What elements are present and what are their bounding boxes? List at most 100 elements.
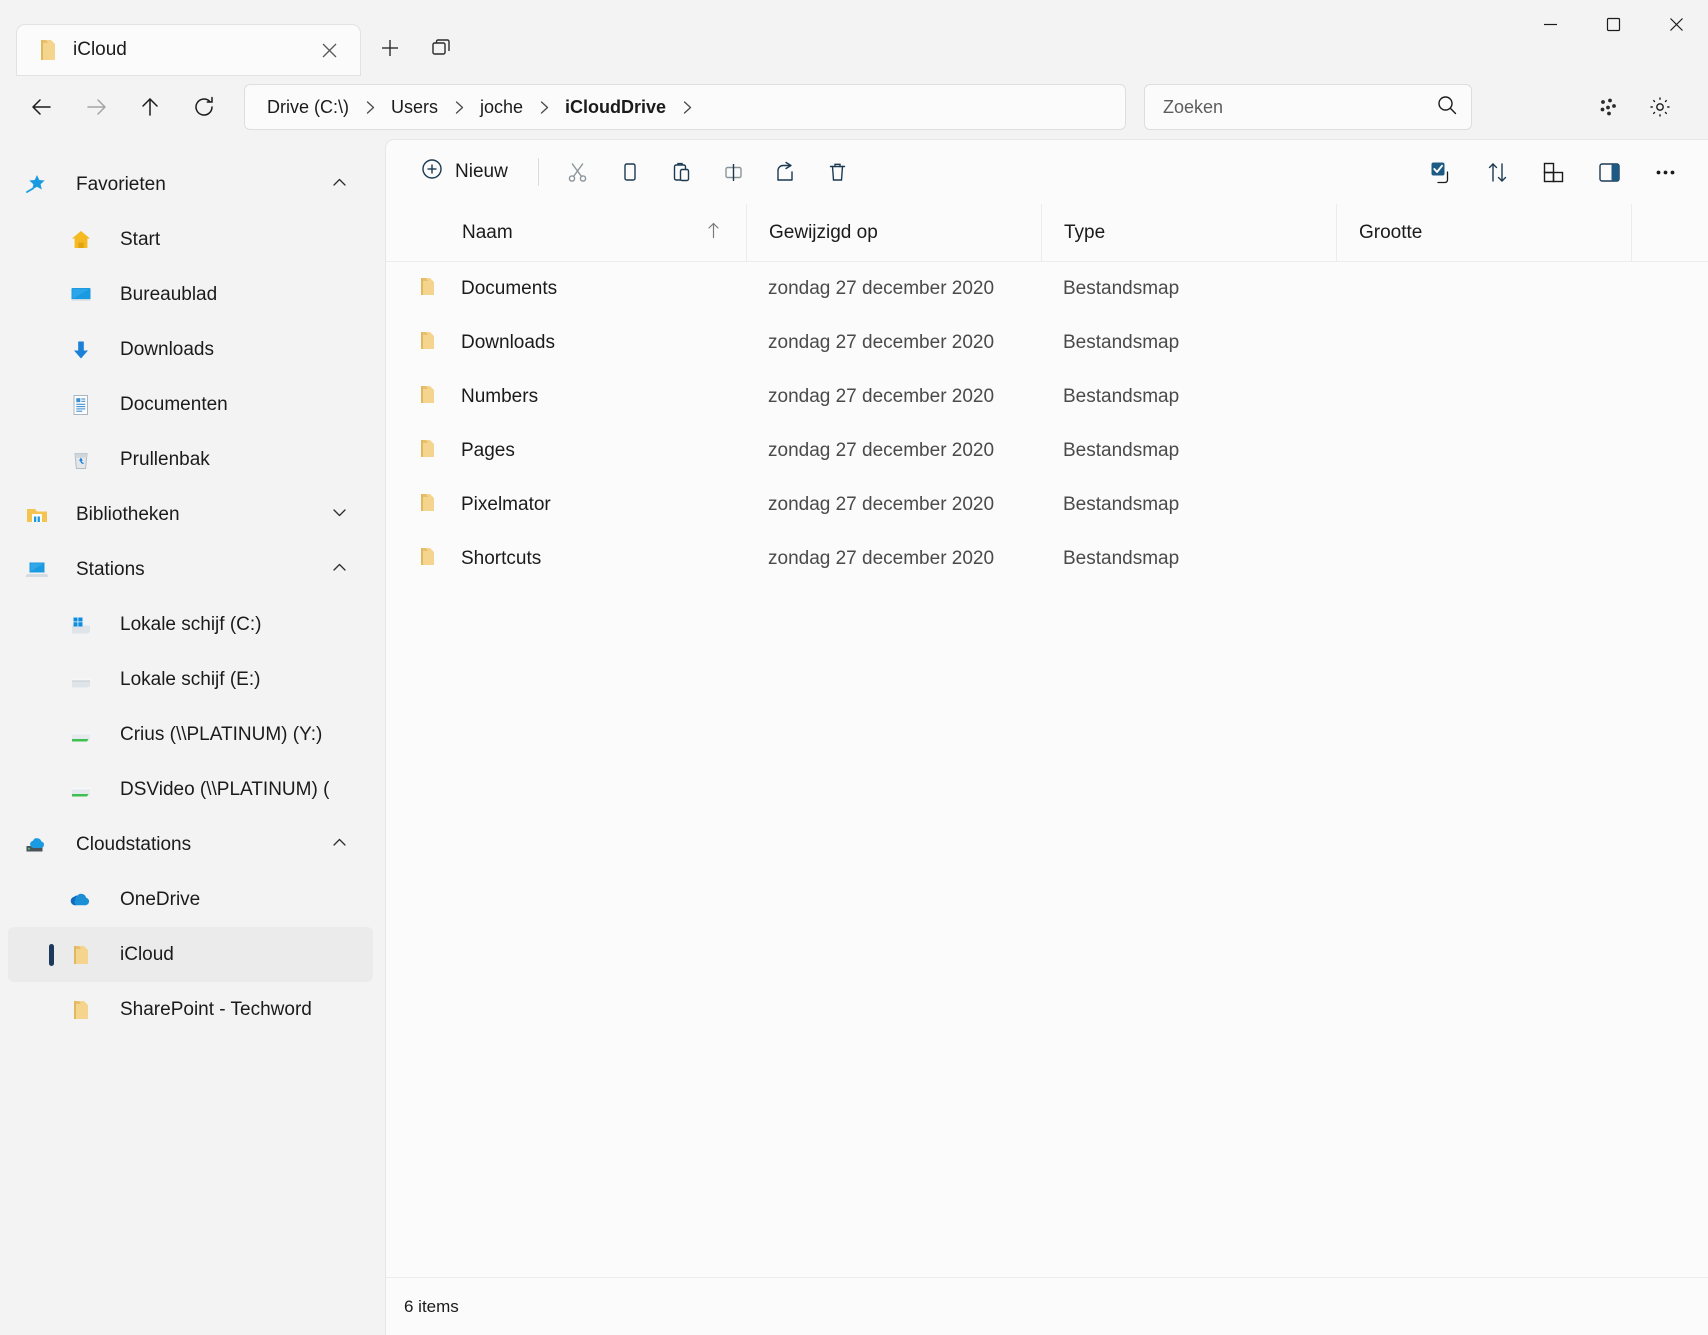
navigation-pane: Favorieten Start Bureaublad Downloads Do… (0, 139, 385, 1335)
file-type-cell: Bestandsmap (1063, 278, 1180, 299)
breadcrumb-item-2[interactable]: joche (474, 93, 529, 122)
file-type-cell: Bestandsmap (1063, 494, 1180, 515)
sidebar-item-downloads[interactable]: Downloads (8, 322, 373, 377)
file-name-cell: Pages (386, 436, 746, 467)
file-name: Documents (461, 278, 558, 299)
sidebar-item-label: Start (120, 228, 161, 250)
command-bar: Nieuw (386, 140, 1708, 204)
cut-icon[interactable] (553, 150, 603, 194)
minimize-icon[interactable] (1519, 0, 1582, 48)
back-arrow-icon[interactable] (18, 83, 66, 131)
drive-icon (64, 667, 98, 693)
file-modified-cell: zondag 27 december 2020 (768, 278, 995, 299)
details-dots-icon[interactable] (1584, 83, 1632, 131)
tab-title: iCloud (73, 39, 127, 60)
copy-icon[interactable] (605, 150, 655, 194)
sidebar-item-icloud[interactable]: iCloud (8, 927, 373, 982)
plus-circle-icon (420, 157, 444, 187)
sidebar-item-label: OneDrive (120, 888, 201, 910)
address-bar-row: Drive (C:\) Users joche iCloudDrive (0, 75, 1708, 139)
file-pane: Nieuw Naam Gewijzigd op Type Grootte Doc… (385, 139, 1708, 1335)
chevron-up-icon[interactable] (330, 558, 349, 582)
more-options-icon[interactable] (1640, 150, 1690, 194)
table-row[interactable]: Shortcuts zondag 27 december 2020 Bestan… (386, 532, 1708, 586)
sidebar-item-crius-network-drive[interactable]: Crius (\\PLATINUM) (Y:) (8, 707, 373, 762)
sidebar-item-label: Prullenbak (120, 448, 210, 470)
breadcrumb-item-current[interactable]: iCloudDrive (559, 93, 672, 122)
chevron-right-icon (357, 84, 383, 130)
sidebar-item-start[interactable]: Start (8, 212, 373, 267)
chevron-down-icon[interactable] (330, 503, 349, 527)
sidebar-item-onedrive[interactable]: OneDrive (8, 872, 373, 927)
file-explorer-window: iCloud Drive (C:\) Users joche iCloudDri… (0, 0, 1708, 1335)
column-header-grootte[interactable]: Grootte (1336, 204, 1631, 261)
folder-icon (37, 38, 59, 62)
chevron-right-icon[interactable] (674, 84, 700, 130)
sidebar-item-bureaublad[interactable]: Bureaublad (8, 267, 373, 322)
breadcrumb[interactable]: Drive (C:\) Users joche iCloudDrive (244, 84, 1126, 130)
table-row[interactable]: Documents zondag 27 december 2020 Bestan… (386, 262, 1708, 316)
column-label: Naam (462, 221, 513, 243)
file-list[interactable]: Documents zondag 27 december 2020 Bestan… (386, 262, 1708, 1277)
breadcrumb-item-0[interactable]: Drive (C:\) (261, 93, 355, 122)
refresh-icon[interactable] (180, 83, 228, 131)
search-icon[interactable] (1435, 93, 1459, 122)
sort-icon[interactable] (1472, 150, 1522, 194)
status-bar: 6 items (386, 1277, 1708, 1335)
sidebar-item-sharepoint-techword[interactable]: SharePoint - Techword (8, 982, 373, 1037)
network-drive-icon (64, 777, 98, 803)
close-icon[interactable] (312, 33, 346, 67)
sidebar-item-documenten[interactable]: Documenten (8, 377, 373, 432)
sidebar-group-favorieten[interactable]: Favorieten (8, 157, 373, 212)
cloud-drive-icon (20, 832, 54, 858)
up-arrow-icon[interactable] (126, 83, 174, 131)
checkbox-select-icon[interactable] (1416, 150, 1466, 194)
file-name: Numbers (461, 386, 539, 407)
toolbar-divider (537, 158, 539, 186)
sidebar-item-dsvideo-network-drive[interactable]: DSVideo (\\PLATINUM) ( (8, 762, 373, 817)
gear-icon[interactable] (1636, 83, 1684, 131)
file-modified-cell: zondag 27 december 2020 (768, 332, 995, 353)
delete-icon[interactable] (813, 150, 863, 194)
view-layout-icon[interactable] (1528, 150, 1578, 194)
sidebar-group-label: Bibliotheken (76, 503, 180, 525)
sidebar-group-bibliotheken[interactable]: Bibliotheken (8, 487, 373, 542)
file-name: Pages (461, 440, 515, 461)
details-pane-icon[interactable] (1584, 150, 1634, 194)
column-header-type[interactable]: Type (1041, 204, 1336, 261)
table-row[interactable]: Numbers zondag 27 december 2020 Bestands… (386, 370, 1708, 424)
share-icon[interactable] (761, 150, 811, 194)
close-icon[interactable] (1645, 0, 1708, 48)
paste-icon[interactable] (657, 150, 707, 194)
table-row[interactable]: Pixelmator zondag 27 december 2020 Besta… (386, 478, 1708, 532)
tab-icloud[interactable]: iCloud (16, 24, 361, 76)
search-input[interactable] (1163, 96, 1435, 118)
breadcrumb-item-1[interactable]: Users (385, 93, 444, 122)
sidebar-item-prullenbak[interactable]: Prullenbak (8, 432, 373, 487)
sidebar-item-lokale-schijf-c[interactable]: Lokale schijf (C:) (8, 597, 373, 652)
window-controls (1519, 0, 1708, 48)
file-type-cell: Bestandsmap (1063, 386, 1180, 407)
chevron-up-icon[interactable] (330, 173, 349, 197)
column-header-spacer (1631, 204, 1708, 261)
maximize-icon[interactable] (1582, 0, 1645, 48)
column-header-gewijzigd-op[interactable]: Gewijzigd op (746, 204, 1041, 261)
column-header-naam[interactable]: Naam (386, 204, 746, 261)
desktop-icon (64, 282, 98, 308)
sidebar-group-cloudstations[interactable]: Cloudstations (8, 817, 373, 872)
sidebar-item-lokale-schijf-e[interactable]: Lokale schijf (E:) (8, 652, 373, 707)
search-box[interactable] (1144, 84, 1472, 130)
table-row[interactable]: Pages zondag 27 december 2020 Bestandsma… (386, 424, 1708, 478)
rename-icon[interactable] (709, 150, 759, 194)
sidebar-item-label: Lokale schijf (C:) (120, 613, 262, 635)
table-row[interactable]: Downloads zondag 27 december 2020 Bestan… (386, 316, 1708, 370)
tab-list-icon[interactable] (419, 25, 465, 71)
new-tab-icon[interactable] (367, 25, 413, 71)
sidebar-item-label: DSVideo (\\PLATINUM) ( (120, 778, 330, 800)
folder-icon (64, 942, 98, 968)
chevron-up-icon[interactable] (330, 833, 349, 857)
libraries-icon (20, 502, 54, 528)
file-name: Downloads (461, 332, 555, 353)
new-button[interactable]: Nieuw (404, 150, 524, 194)
sidebar-group-stations[interactable]: Stations (8, 542, 373, 597)
